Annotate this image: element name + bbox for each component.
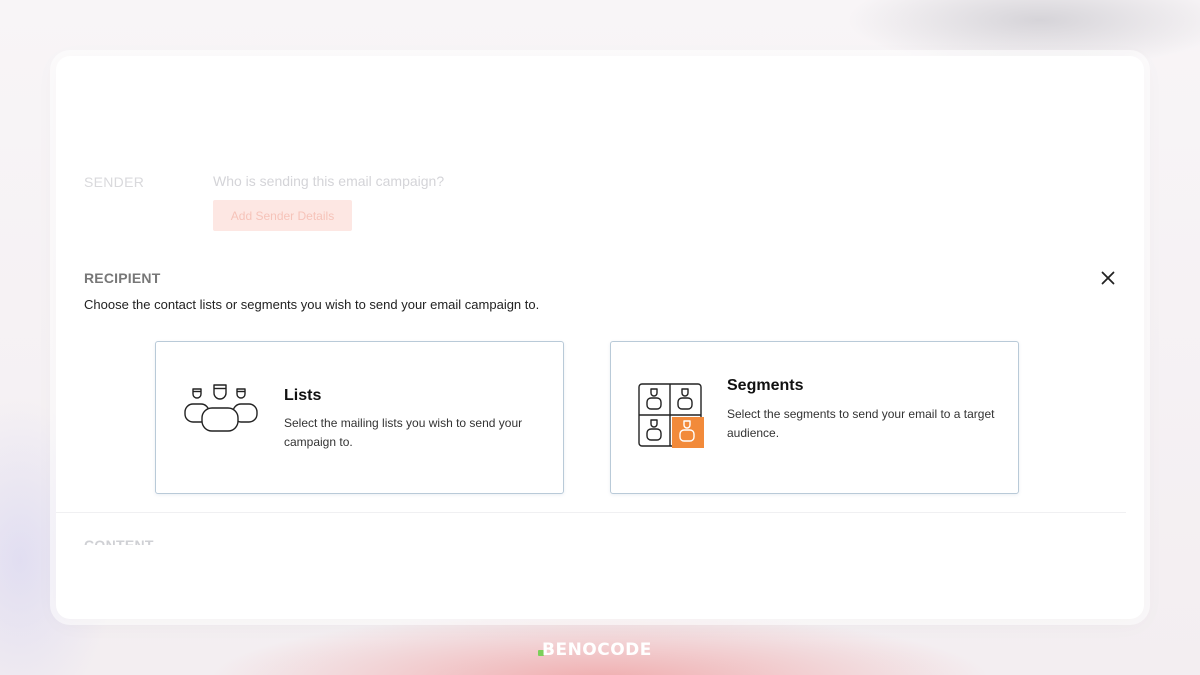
close-icon[interactable] bbox=[1098, 268, 1118, 288]
segments-option-card[interactable]: Segments Select the segments to send you… bbox=[610, 341, 1019, 494]
segments-option-title: Segments bbox=[727, 377, 804, 394]
sender-question-text: Who is sending this email campaign? bbox=[213, 173, 445, 189]
benocode-logo: BENOCODE bbox=[538, 640, 652, 660]
lists-option-card[interactable]: Lists Select the mailing lists you wish … bbox=[155, 341, 564, 494]
content-section-label: CONTENT bbox=[84, 537, 154, 545]
recipient-section-title: RECIPIENT bbox=[84, 270, 161, 286]
recipient-description: Choose the contact lists or segments you… bbox=[84, 297, 540, 312]
people-group-icon bbox=[184, 384, 258, 439]
lists-option-description: Select the mailing lists you wish to sen… bbox=[284, 416, 523, 449]
campaign-setup-card: SENDER Who is sending this email campaig… bbox=[56, 56, 1144, 619]
sender-section-label: SENDER bbox=[84, 174, 145, 190]
section-divider bbox=[56, 512, 1126, 513]
logo-text: BENOCODE bbox=[542, 640, 652, 660]
segments-option-description: Select the segments to send your email t… bbox=[727, 407, 995, 440]
segments-grid-icon bbox=[638, 383, 706, 454]
add-sender-details-button[interactable]: Add Sender Details bbox=[213, 200, 352, 231]
lists-option-title: Lists bbox=[284, 387, 322, 404]
